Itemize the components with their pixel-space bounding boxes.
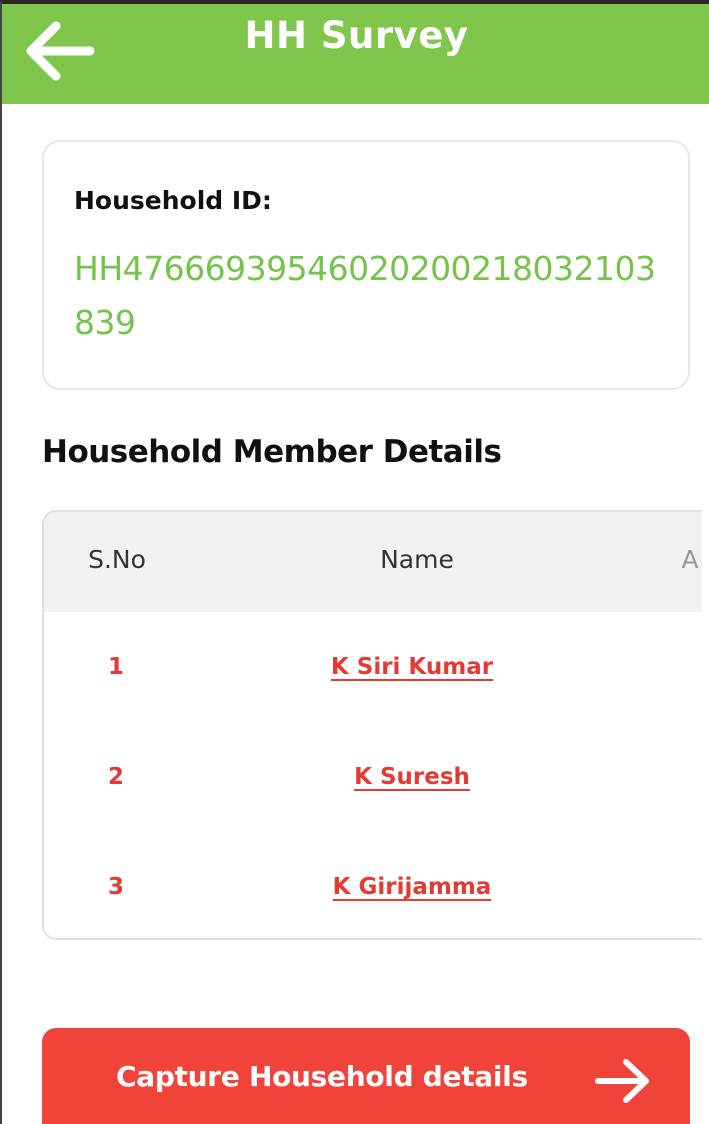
member-name-link[interactable]: K Siri Kumar xyxy=(282,612,542,722)
column-header-sno: S.No xyxy=(88,545,146,574)
member-sno: 2 xyxy=(107,764,124,790)
table-row[interactable]: 3 K Girijamma xyxy=(44,832,702,938)
capture-button-label: Capture Household details xyxy=(116,1060,528,1093)
members-table: S.No Name A 1 K Siri Kumar 2 K Suresh 3 … xyxy=(42,510,702,940)
arrow-right-icon xyxy=(595,1059,649,1103)
household-id-card: Household ID: HH476669395460202002180321… xyxy=(42,140,690,390)
column-header-name: Name xyxy=(380,545,454,574)
household-id-value: HH476669395460202002180321​03839 xyxy=(74,249,656,342)
table-row[interactable]: 1 K Siri Kumar xyxy=(44,612,702,722)
member-sno: 3 xyxy=(107,874,124,900)
member-name-link[interactable]: K Girijamma xyxy=(282,832,542,938)
member-sno: 1 xyxy=(107,654,124,680)
member-name-link[interactable]: K Suresh xyxy=(282,722,542,832)
page-title: HH Survey xyxy=(244,14,469,57)
table-row[interactable]: 2 K Suresh xyxy=(44,722,702,832)
capture-household-details-button[interactable]: Capture Household details xyxy=(42,1028,690,1124)
app-bar: HH Survey xyxy=(2,4,709,104)
screen: HH Survey Household ID: HH47666939546020… xyxy=(0,0,709,1124)
table-header: S.No Name A xyxy=(44,512,702,612)
household-id-label: Household ID: xyxy=(74,186,272,215)
column-header-truncated: A xyxy=(681,545,699,574)
member-details-title: Household Member Details xyxy=(42,434,502,470)
